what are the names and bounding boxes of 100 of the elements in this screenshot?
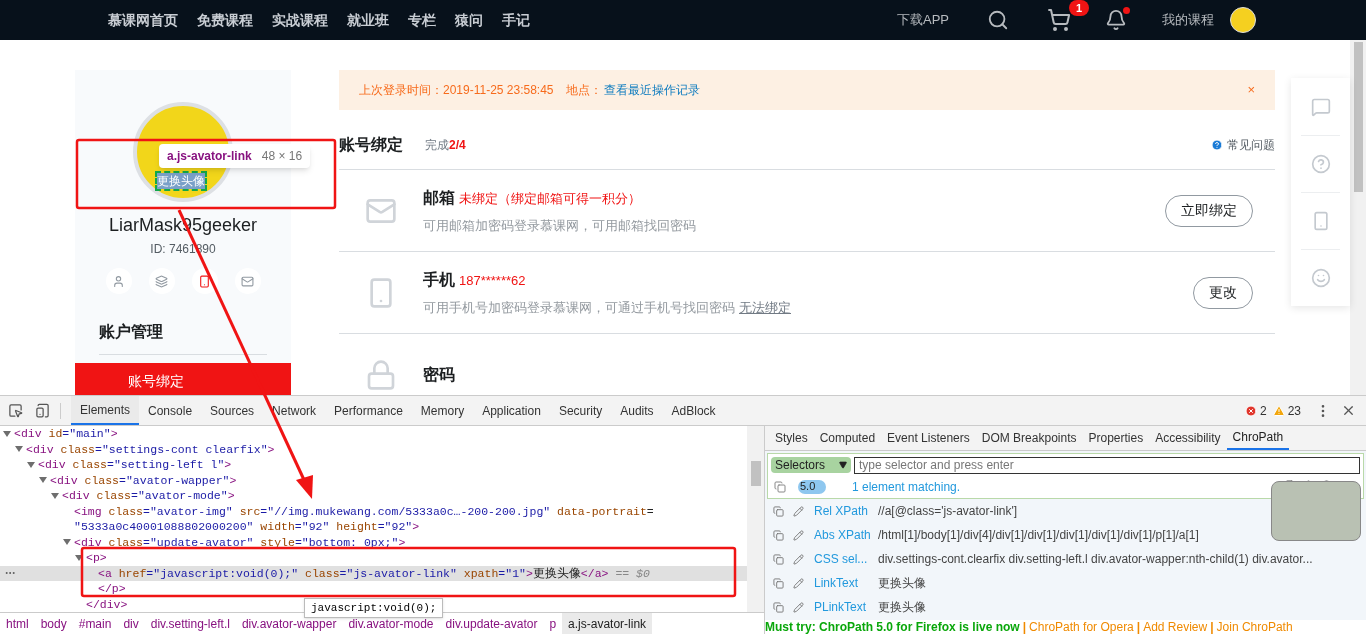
sidebar-tab[interactable]: Properties [1082, 426, 1150, 450]
expand-triangle-icon[interactable] [51, 491, 59, 500]
message-icon [1310, 96, 1331, 117]
progress-label: 完成 [425, 136, 449, 154]
devtools-tab[interactable]: Elements [71, 396, 140, 425]
expand-triangle-icon[interactable] [27, 460, 35, 469]
nav-link[interactable]: 手记 [502, 9, 530, 31]
caret-icon [839, 461, 847, 469]
location-label: 地点： [565, 82, 602, 99]
edit-icon[interactable] [793, 505, 804, 517]
mail-icon [241, 274, 254, 288]
bell-icon[interactable] [1105, 9, 1127, 31]
expand-triangle-icon[interactable] [15, 445, 23, 454]
sidebar-tab[interactable]: ChroPath [1226, 426, 1290, 450]
devtools-tab[interactable]: Console [139, 396, 202, 425]
devtools-tab[interactable]: Performance [325, 396, 412, 425]
code-line: <div class="update-avator" style="bottom: 0px;"> [74, 534, 406, 550]
devtools-tab[interactable]: Application [473, 396, 550, 425]
nav-link[interactable]: 猿问 [455, 9, 483, 31]
avatar[interactable] [1230, 7, 1256, 33]
warning-icon [1272, 404, 1285, 417]
version-toggle[interactable]: 5.0 [798, 479, 826, 494]
devtools-tab[interactable]: Audits [611, 396, 663, 425]
device-icon[interactable] [35, 403, 50, 418]
edit-icon[interactable] [793, 601, 804, 613]
help-icon [1211, 138, 1223, 151]
copy-icon[interactable] [773, 529, 784, 541]
nav-link[interactable]: 专栏 [408, 9, 436, 31]
login-notice-text: 上次登录时间：2019-11-25 23:58:45 [359, 82, 554, 99]
section-title: 账户管理 [99, 320, 267, 355]
search-icon[interactable] [987, 9, 1009, 31]
devtools-tab[interactable]: AdBlock [662, 396, 725, 425]
nav-link[interactable]: 慕课网首页 [108, 9, 178, 31]
sidebar-tab[interactable]: Computed [813, 426, 882, 450]
sidebar-tab[interactable]: DOM Breakpoints [975, 426, 1083, 450]
close-icon[interactable] [1341, 403, 1356, 418]
binding-name: 手机 [423, 269, 455, 290]
copy-icon[interactable] [773, 601, 784, 613]
separator: | [1210, 620, 1214, 634]
breadcrumb[interactable]: div.setting-left.l [144, 612, 236, 634]
breadcrumb[interactable]: a.js-avator-link [562, 612, 653, 634]
my-courses-link[interactable]: 我的课程 [1162, 10, 1214, 30]
inspect-icon[interactable] [8, 403, 23, 418]
cannot-bind-link[interactable]: 无法绑定 [739, 297, 791, 318]
menu-item[interactable]: 账号绑定 [75, 363, 291, 395]
edit-icon[interactable] [793, 529, 804, 541]
activity-log-link[interactable]: 查看最近操作记录 [603, 81, 700, 99]
selector-input[interactable]: type selector and press enter [854, 456, 1360, 474]
selector-dropdown[interactable]: Selectors [771, 457, 851, 473]
sidebar-tab[interactable]: Accessibility [1149, 426, 1227, 450]
devtools-tab[interactable]: Memory [411, 396, 474, 425]
help-icon [1310, 154, 1331, 174]
binding-description: 可用手机号加密码登录慕课网，可通过手机号找回密码 [423, 298, 735, 317]
locator-value: /html[1]/body[1]/div[4]/div[1]/div[1]/div[1]/div[1]/div[1]/p[1]/a[1] [878, 527, 1199, 544]
binding-status: 187******62 [459, 271, 526, 290]
binding-name: 邮箱 [423, 187, 455, 208]
breadcrumb[interactable]: p [543, 612, 563, 634]
devtools-tab[interactable]: Security [549, 396, 612, 425]
expand-triangle-icon[interactable] [75, 553, 83, 562]
download-app-link[interactable]: 下载APP [897, 10, 949, 30]
breadcrumb[interactable]: body [34, 612, 73, 634]
copy-icon[interactable] [773, 553, 784, 565]
faq-link[interactable]: 常见问题 [1227, 135, 1275, 154]
edit-icon[interactable] [793, 553, 804, 565]
separator: | [1136, 620, 1141, 634]
expand-triangle-icon[interactable] [3, 429, 11, 438]
locator-label: LinkText [814, 575, 860, 592]
profile-tab[interactable] [148, 268, 175, 294]
expand-triangle-icon[interactable] [39, 476, 47, 485]
copy-icon[interactable] [773, 577, 784, 589]
sidebar-tab[interactable]: Styles [769, 426, 814, 450]
edit-icon[interactable] [793, 577, 804, 589]
devtools-tab[interactable]: Network [263, 396, 326, 425]
nav-link[interactable]: 就业班 [347, 9, 389, 31]
locator-label: PLinkText [814, 599, 868, 616]
separator: | [1022, 620, 1027, 634]
code-line: </div> [86, 596, 128, 612]
binding-status: 未绑定（绑定邮箱可得一积分） [459, 189, 641, 208]
code-line: <div class="setting-left l"> [38, 457, 232, 473]
code-line: </p> [98, 581, 126, 597]
locator-label: Rel XPath [814, 503, 870, 520]
cart-icon[interactable] [1047, 8, 1071, 32]
sidebar-tab[interactable]: Event Listeners [881, 426, 976, 450]
code-line: "5333a0c40001088802000200" width="92" height="92"> [74, 519, 420, 535]
devtools-tab[interactable]: Sources [201, 396, 264, 425]
locator-value: //a[@class='js-avator-link'] [878, 503, 1018, 520]
locator-label: CSS sel... [814, 551, 869, 568]
breadcrumb[interactable]: html [0, 612, 35, 634]
nav-link[interactable]: 免费课程 [197, 9, 253, 31]
breadcrumb[interactable]: div [117, 612, 145, 634]
copy-icon[interactable] [773, 505, 784, 517]
promo-text: Must try: ChroPath 5.0 for Firefox is live now [765, 620, 1020, 634]
copy-icon[interactable] [774, 480, 786, 493]
breadcrumb[interactable]: #main [72, 612, 118, 634]
nav-link[interactable]: 实战课程 [272, 9, 328, 31]
section-heading: 账号绑定 [339, 134, 403, 155]
expand-triangle-icon[interactable] [63, 538, 71, 547]
code-line: <img class="avator-img" src="//img.mukewang.com/5333a0c…-200-200.jpg" data-portrait= [74, 503, 654, 519]
profile-tab[interactable] [105, 268, 132, 294]
locator-value: 更换头像 [878, 575, 926, 592]
